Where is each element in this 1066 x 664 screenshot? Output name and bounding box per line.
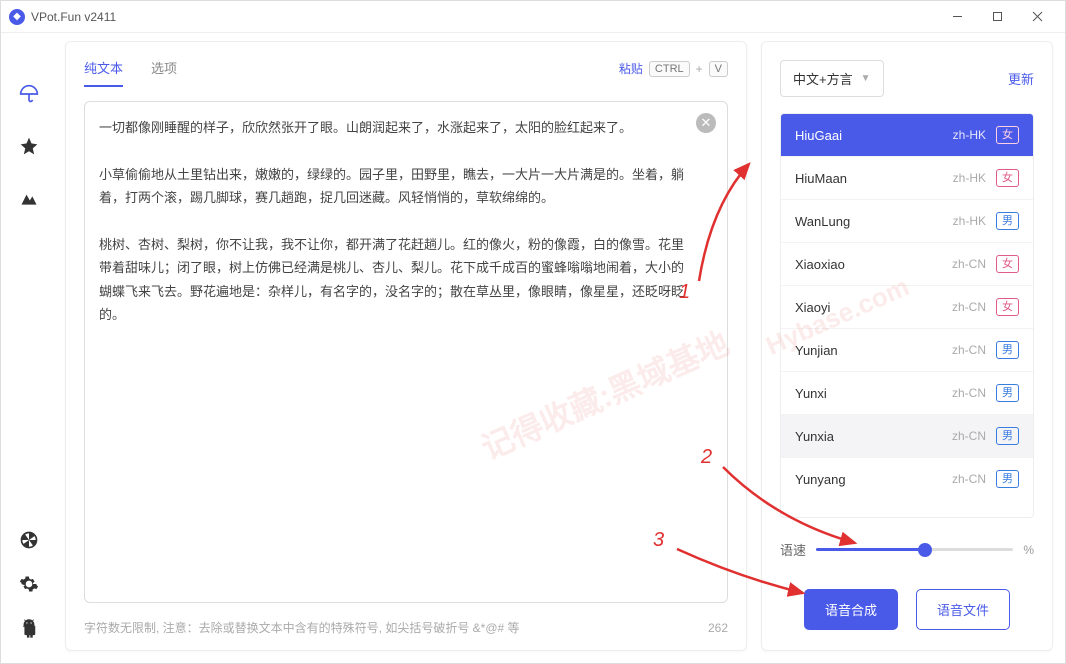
annotation-arrow-1 xyxy=(691,156,761,286)
sidebar-aperture-icon[interactable] xyxy=(18,529,40,551)
window-title: VPot.Fun v2411 xyxy=(31,10,937,24)
gender-badge: 男 xyxy=(996,212,1019,230)
voice-item[interactable]: Xiaoxiaozh-CN 女 xyxy=(781,243,1033,286)
sidebar-mountain-icon[interactable] xyxy=(18,187,40,209)
titlebar: ◆ VPot.Fun v2411 xyxy=(1,1,1065,33)
voice-name: Xiaoxiao xyxy=(795,257,952,272)
gender-badge: 男 xyxy=(996,384,1019,402)
gender-badge: 女 xyxy=(996,169,1019,187)
minimize-button[interactable] xyxy=(937,3,977,31)
editor-hint: 字符数无限制, 注意：去除或替换文本中含有的特殊符号, 如尖括号破折号 &*@#… xyxy=(84,619,520,636)
voice-item[interactable]: HiuGaaizh-HK 女 xyxy=(781,114,1033,157)
chevron-down-icon: ▼ xyxy=(861,73,871,84)
voice-locale: zh-CN xyxy=(952,257,986,271)
sidebar-gear-icon[interactable] xyxy=(18,573,40,595)
voice-name: WanLung xyxy=(795,214,953,229)
voice-locale: zh-HK xyxy=(953,214,986,228)
voice-list: HiuGaaizh-HK女HiuMaanzh-HK女WanLungzh-HK男X… xyxy=(780,113,1034,518)
voice-name: Xiaoyi xyxy=(795,300,952,315)
kbd-v: V xyxy=(709,61,728,77)
kbd-ctrl: CTRL xyxy=(649,61,690,77)
clear-button[interactable]: ✕ xyxy=(696,113,716,133)
annotation-2: 2 xyxy=(701,446,712,469)
voice-item[interactable]: WanLungzh-HK 男 xyxy=(781,200,1033,243)
voice-name: Yunxia xyxy=(795,429,952,444)
paste-link[interactable]: 粘贴 xyxy=(619,60,643,77)
language-select[interactable]: 中文+方言 ▼ xyxy=(780,60,884,97)
voice-name: HiuGaai xyxy=(795,128,953,143)
refresh-link[interactable]: 更新 xyxy=(1008,69,1034,88)
maximize-button[interactable] xyxy=(977,3,1017,31)
editor-panel: 纯文本 选项 粘贴 CTRL + V ✕ 字符数无限制, 注意：去除或替换文本中… xyxy=(65,41,747,651)
voice-locale: zh-HK xyxy=(953,128,986,142)
voice-locale: zh-CN xyxy=(952,472,986,486)
char-count: 262 xyxy=(708,621,728,635)
close-button[interactable] xyxy=(1017,3,1057,31)
voice-item[interactable]: HiuMaanzh-HK 女 xyxy=(781,157,1033,200)
voice-locale: zh-CN xyxy=(952,386,986,400)
text-input[interactable] xyxy=(84,101,728,603)
voice-item[interactable]: Yunjianzh-CN 男 xyxy=(781,329,1033,372)
annotation-1: 1 xyxy=(679,281,690,304)
kbd-plus: + xyxy=(696,62,703,76)
sidebar-star-icon[interactable] xyxy=(18,135,40,157)
language-label: 中文+方言 xyxy=(793,69,853,88)
gender-badge: 男 xyxy=(996,427,1019,445)
gender-badge: 男 xyxy=(996,341,1019,359)
gender-badge: 女 xyxy=(996,298,1019,316)
voice-locale: zh-CN xyxy=(952,343,986,357)
sidebar-umbrella-icon[interactable] xyxy=(18,83,40,105)
voice-item[interactable]: Yunxiazh-CN 男 xyxy=(781,415,1033,458)
voice-name: Yunjian xyxy=(795,343,952,358)
voice-name: HiuMaan xyxy=(795,171,953,186)
sidebar xyxy=(1,33,57,663)
voice-item[interactable]: Xiaoyizh-CN 女 xyxy=(781,286,1033,329)
voice-name: Yunxi xyxy=(795,386,952,401)
voice-locale: zh-CN xyxy=(952,429,986,443)
annotation-3: 3 xyxy=(653,529,664,552)
gender-badge: 女 xyxy=(996,126,1019,144)
gender-badge: 女 xyxy=(996,255,1019,273)
voice-locale: zh-HK xyxy=(953,171,986,185)
annotation-arrow-3 xyxy=(671,543,811,603)
gender-badge: 男 xyxy=(996,470,1019,488)
voice-item[interactable]: Yunxizh-CN 男 xyxy=(781,372,1033,415)
voice-file-button[interactable]: 语音文件 xyxy=(916,589,1010,630)
annotation-arrow-2 xyxy=(717,461,862,551)
synthesize-button[interactable]: 语音合成 xyxy=(804,589,898,630)
tab-options[interactable]: 选项 xyxy=(151,50,177,87)
app-icon: ◆ xyxy=(9,9,25,25)
sidebar-android-icon[interactable] xyxy=(18,617,40,639)
speed-percent-suffix: % xyxy=(1023,543,1034,557)
voice-locale: zh-CN xyxy=(952,300,986,314)
tab-plain-text[interactable]: 纯文本 xyxy=(84,50,123,87)
